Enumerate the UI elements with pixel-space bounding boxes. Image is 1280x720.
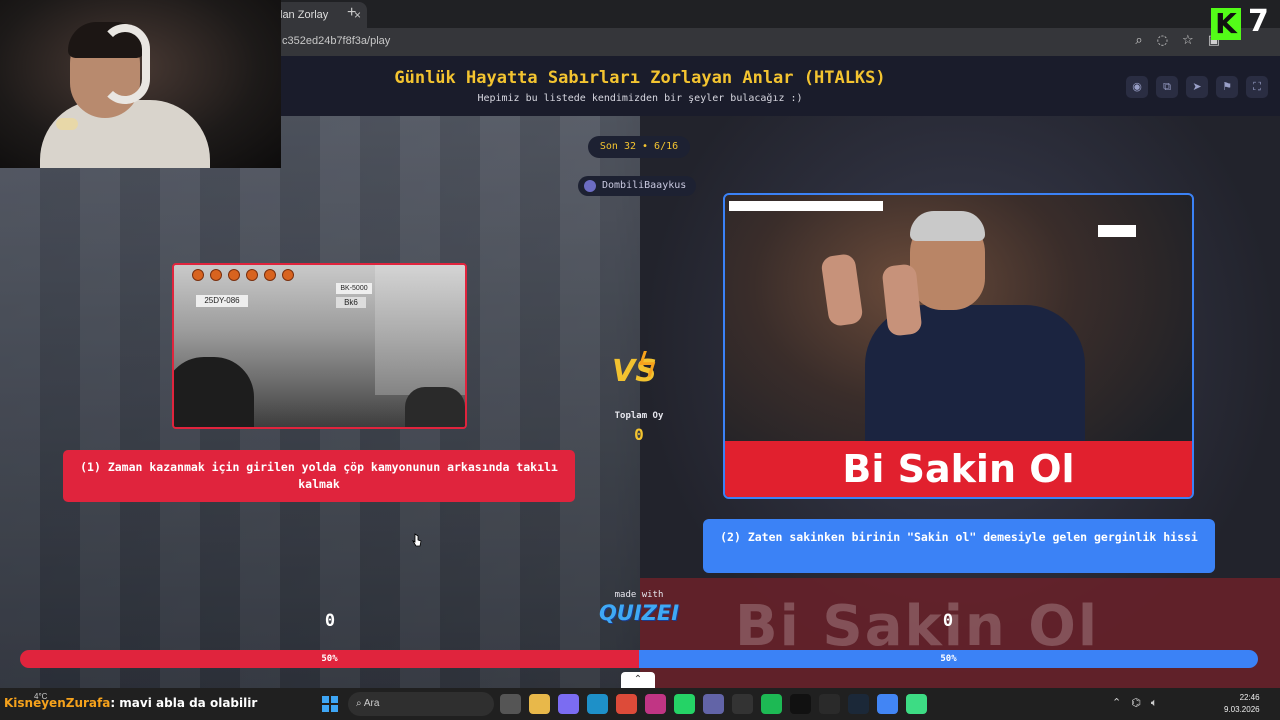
mouse-cursor-icon [412, 533, 422, 547]
right-option-button[interactable]: (2) Zaten sakinken birinin "Sakin ol" de… [703, 519, 1215, 573]
header-actions: ◉ ⧉ ➤ ⚑ ⛶ [1126, 76, 1268, 98]
person-photo [820, 211, 1085, 455]
creator-badge[interactable]: DombiliBaaykus [578, 176, 697, 196]
send-icon[interactable]: ➤ [1186, 76, 1208, 98]
webcam-overlay [0, 0, 281, 168]
round-indicator: Son 32 • 6/16 [588, 136, 690, 158]
page-title: Günlük Hayatta Sabırları Zorlayan Anlar … [394, 68, 886, 88]
instagram-icon[interactable] [645, 694, 666, 714]
android-icon[interactable] [906, 694, 927, 714]
eye-off-icon[interactable]: ◌ [1157, 33, 1168, 48]
truck-plate-2: BK-5000 [336, 283, 372, 294]
flag-icon[interactable]: ⚑ [1216, 76, 1238, 98]
windows-start-icon[interactable] [322, 696, 338, 712]
left-progress: 50% [20, 650, 639, 668]
tab-title: lan Zorlay [280, 9, 329, 21]
zoom-icon[interactable]: ⌕ [1135, 33, 1142, 48]
car-shape-2 [405, 387, 465, 427]
chevron-up-icon[interactable]: ⌃ [621, 672, 655, 688]
teams-icon[interactable] [703, 694, 724, 714]
address-bar-icons: ⌕ ◌ ☆ ▣ [1135, 33, 1220, 48]
vote-progress-bar: 50% 50% [20, 650, 1258, 668]
epic-games-icon[interactable] [819, 694, 840, 714]
taskbar: 4°C KisneyenZurafa: mavi abla da olabili… [0, 688, 1280, 720]
chat-username: KisneyenZurafa [4, 696, 111, 710]
star-icon[interactable]: ☆ [1182, 33, 1194, 48]
creator-avatar [584, 180, 596, 192]
redaction-bar-2 [1098, 225, 1136, 237]
creator-name: DombiliBaaykus [602, 180, 687, 191]
chevron-up-tray-icon[interactable]: ⌃ [1112, 696, 1121, 710]
task-view-icon[interactable] [500, 694, 521, 714]
obs-icon[interactable] [732, 694, 753, 714]
made-with-label: made with [614, 590, 664, 600]
screen: lan Zorlay × + c352ed24b7f8f3a/play ⌕ ◌ … [0, 0, 1280, 720]
steam-icon[interactable] [848, 694, 869, 714]
share-icon[interactable]: ⧉ [1156, 76, 1178, 98]
left-option-image[interactable]: 25DY-086 BK-5000 Bk6 [172, 263, 467, 429]
system-tray: ⌃ ⌬ 🔈︎ [1112, 696, 1157, 710]
whatsapp-icon[interactable] [674, 694, 695, 714]
right-option-image[interactable]: Bi Sakin Ol [723, 193, 1194, 499]
clock-time: 22:46 [1239, 693, 1260, 702]
copilot-icon[interactable] [558, 694, 579, 714]
kick-logo-icon: K [1211, 8, 1241, 40]
chrome-icon[interactable] [616, 694, 637, 714]
brand-logo[interactable]: QUIZEI [598, 601, 680, 625]
clock-date: 9.03.2026 [1224, 705, 1260, 714]
right-score: 0 [942, 611, 954, 631]
taskbar-apps [500, 694, 927, 714]
left-option-button[interactable]: (1) Zaman kazanmak için girilen yolda çö… [63, 450, 575, 502]
overlay-number: 7 [1248, 4, 1269, 39]
total-votes-label: Toplam Oy [614, 411, 664, 421]
truck-lights [192, 269, 294, 281]
tree-photo-area [375, 265, 465, 395]
edge-icon[interactable] [587, 694, 608, 714]
volume-icon[interactable]: 🔈︎ [1151, 696, 1158, 710]
left-score: 0 [324, 611, 336, 631]
new-tab-icon[interactable]: + [347, 4, 356, 22]
network-icon[interactable]: ⌬ [1131, 696, 1141, 710]
right-progress: 50% [639, 650, 1258, 668]
image-caption: Bi Sakin Ol [725, 441, 1192, 497]
url-field[interactable]: c352ed24b7f8f3a/play [282, 35, 390, 47]
eye-icon[interactable]: ◉ [1126, 76, 1148, 98]
taskbar-search[interactable]: ⌕ Ara [348, 692, 494, 716]
search-icon: ⌕ [356, 698, 364, 709]
search-placeholder: Ara [363, 698, 380, 709]
car-shape [174, 357, 254, 427]
clock[interactable]: 22:46 9.03.2026 [1224, 692, 1260, 716]
truck-plate: 25DY-086 [196, 295, 248, 307]
truck-plate-3: Bk6 [336, 297, 366, 308]
fullscreen-icon[interactable]: ⛶ [1246, 76, 1268, 98]
page-subtitle: Hepimiz bu listede kendimizden bir şeyle… [477, 93, 803, 104]
total-votes-value: 0 [634, 425, 644, 444]
vs-logo: VS ϟ [610, 346, 670, 396]
chrome-profile-icon[interactable] [877, 694, 898, 714]
chat-message: : mavi abla da olabilir [110, 696, 258, 710]
chat-overlay: KisneyenZurafa: mavi abla da olabilir [4, 696, 257, 710]
file-explorer-icon[interactable] [529, 694, 550, 714]
capcut-icon[interactable] [790, 694, 811, 714]
lightning-icon: ϟ [636, 346, 659, 386]
redaction-bar [729, 201, 883, 211]
spotify-icon[interactable] [761, 694, 782, 714]
